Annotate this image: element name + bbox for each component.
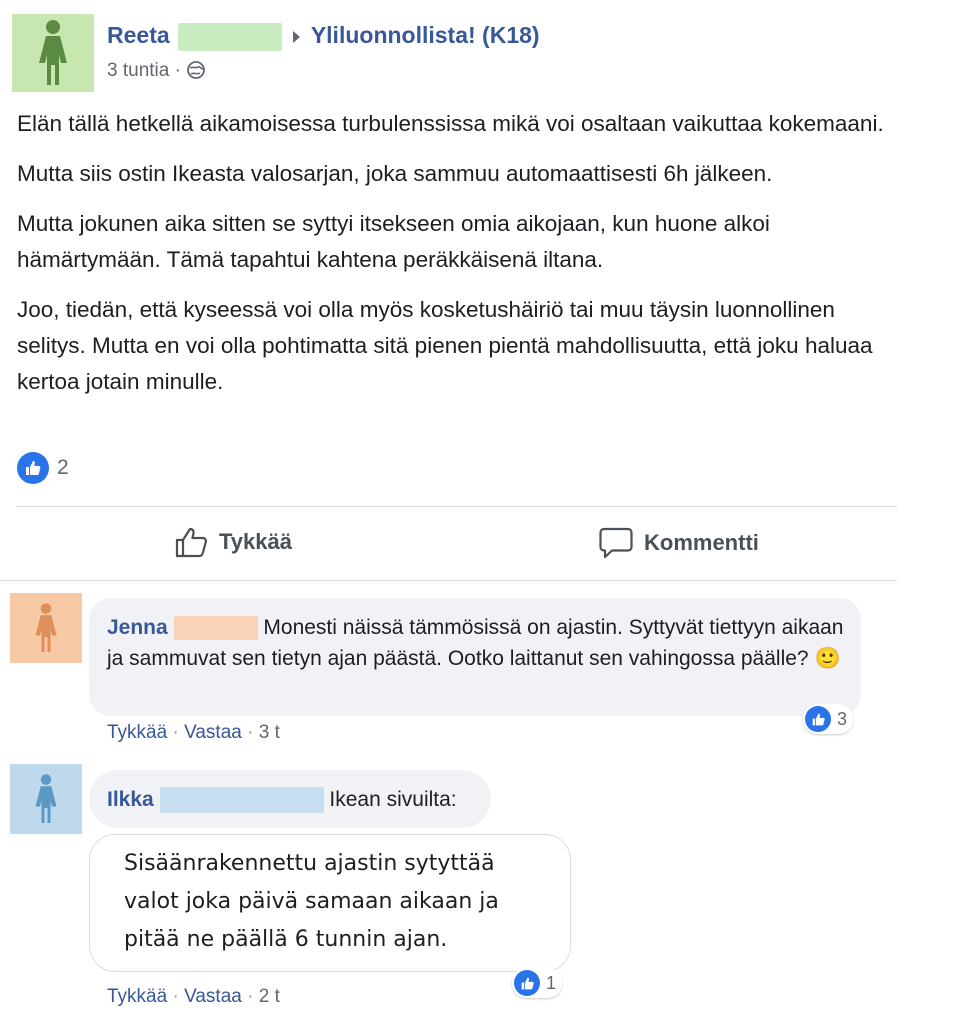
comment-actions: Tykkää · Vastaa · 3 t	[107, 722, 280, 744]
caret-right-icon	[293, 30, 301, 43]
post-text: Elän tällä hetkellä aikamoisessa turbule…	[17, 106, 907, 400]
globe-icon	[187, 61, 206, 79]
meta-separator: ·	[172, 986, 179, 1007]
quoted-text: Sisäänrakennettu ajastin sytyttää valot …	[124, 851, 499, 952]
like-action-label: Tykkää	[219, 529, 292, 554]
quoted-text-card: Sisäänrakennettu ajastin sytyttää valot …	[89, 834, 571, 972]
meta-separator: ·	[247, 986, 254, 1007]
like-action-button[interactable]: Tykkää	[175, 526, 292, 558]
comment-action-button[interactable]: Kommentti	[598, 526, 759, 560]
comment-reply-link[interactable]: Vastaa	[184, 986, 242, 1007]
commenter-avatar[interactable]	[10, 593, 82, 663]
commenter-avatar[interactable]	[10, 764, 82, 834]
group-name[interactable]: Yliluonnollista! (K18)	[311, 22, 540, 48]
comment-body: Jenna Monesti näissä tämmösissä on ajast…	[107, 612, 847, 674]
comment-actions: Tykkää · Vastaa · 2 t	[107, 986, 280, 1008]
comment-body: Ilkka Ikean sivuilta:	[107, 784, 457, 815]
post-time[interactable]: 3 tuntia	[107, 60, 169, 81]
comment-reactions[interactable]: 3	[803, 704, 854, 734]
comment-time[interactable]: 3 t	[259, 722, 280, 743]
post-reaction-count: 2	[57, 456, 69, 479]
person-icon	[35, 603, 57, 652]
post-header: Reeta Yliluonnollista! (K18)	[107, 22, 540, 51]
redacted-surname	[173, 616, 258, 641]
post-paragraph: Mutta siis ostin Ikeasta valosarjan, jok…	[17, 161, 773, 186]
smiley-emoji: 🙂	[814, 647, 841, 670]
post-meta: 3 tuntia ·	[107, 60, 206, 82]
comment-reply-link[interactable]: Vastaa	[184, 722, 242, 743]
author-avatar[interactable]	[12, 14, 94, 92]
comment-like-link[interactable]: Tykkää	[107, 986, 167, 1007]
post-paragraph: Joo, tiedän, että kyseessä voi olla myös…	[17, 297, 873, 394]
comment-action-label: Kommentti	[644, 530, 759, 555]
divider	[17, 506, 897, 507]
commenter-name[interactable]: Jenna	[107, 616, 168, 639]
post-paragraph: Mutta jokunen aika sitten se syttyi itse…	[17, 211, 770, 272]
person-icon	[35, 774, 57, 823]
author-name[interactable]: Reeta	[107, 22, 170, 48]
redacted-surname	[178, 22, 283, 51]
meta-separator: ·	[172, 722, 179, 743]
comment-text: Ikean sivuilta:	[329, 788, 457, 811]
like-icon	[805, 706, 831, 732]
comment-reaction-count: 1	[546, 972, 557, 993]
comment-reactions[interactable]: 1	[512, 968, 563, 998]
post-reactions[interactable]: 2	[17, 452, 69, 484]
comment-like-link[interactable]: Tykkää	[107, 722, 167, 743]
person-icon	[39, 20, 67, 85]
meta-separator: ·	[247, 722, 254, 743]
comment-time[interactable]: 2 t	[259, 986, 280, 1007]
like-outline-icon	[175, 527, 208, 558]
redacted-surname	[159, 787, 324, 814]
thumb-up-icon	[812, 713, 825, 725]
like-icon	[514, 970, 540, 996]
comment-bubble-icon	[599, 527, 633, 559]
like-icon	[17, 452, 49, 484]
post-paragraph: Elän tällä hetkellä aikamoisessa turbule…	[17, 111, 884, 136]
commenter-name[interactable]: Ilkka	[107, 788, 154, 811]
comment-reaction-count: 3	[837, 708, 848, 729]
thumb-up-icon	[521, 977, 534, 989]
thumb-up-icon	[26, 461, 41, 475]
divider	[0, 580, 897, 581]
meta-separator: ·	[174, 60, 181, 81]
